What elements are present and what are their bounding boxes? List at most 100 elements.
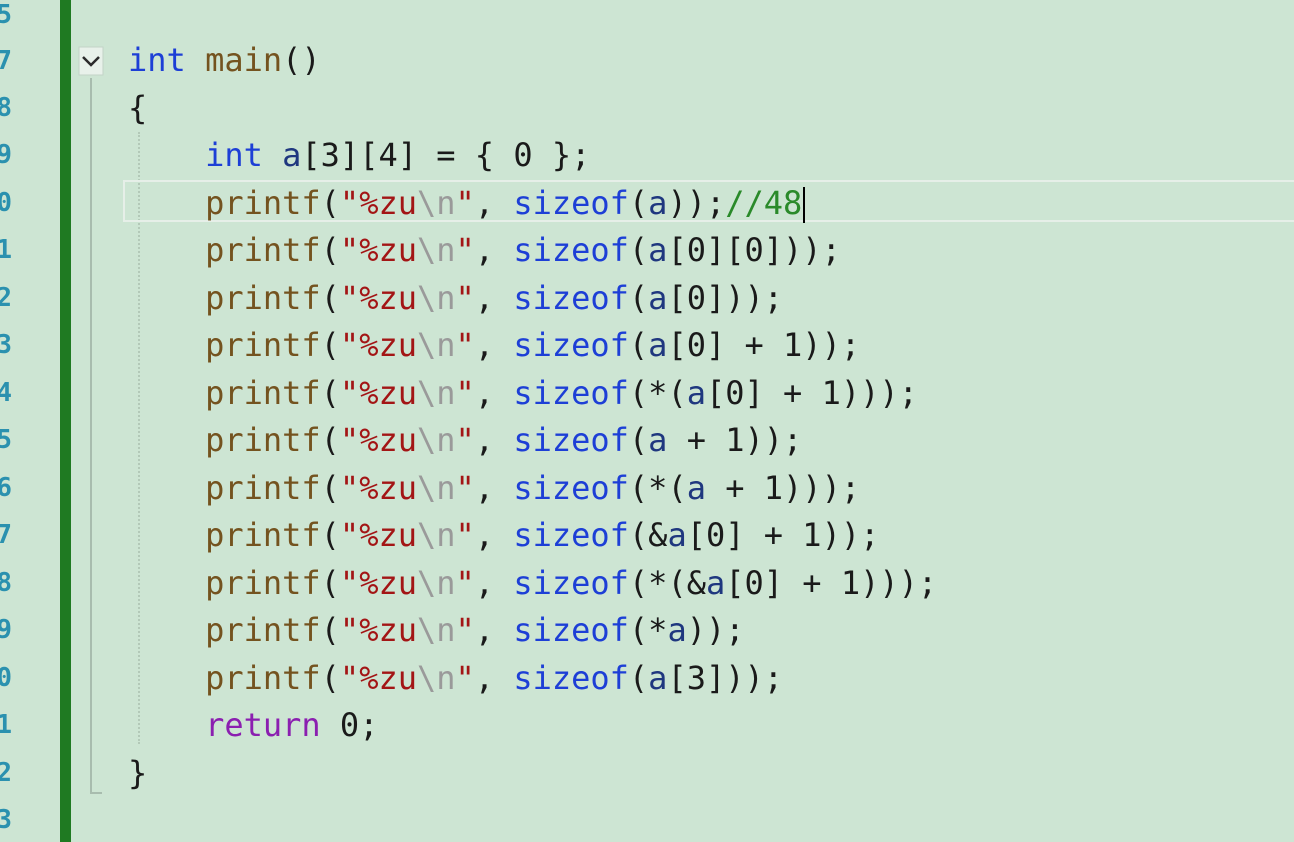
code-token: \n [416, 659, 456, 697]
code-token: a [667, 516, 687, 554]
code-token: "%zu [339, 659, 417, 697]
code-token: printf [205, 231, 321, 269]
fold-region-end [90, 792, 102, 794]
code-token: " [455, 611, 475, 649]
code-token: printf [205, 469, 321, 507]
code-token: ( [320, 374, 340, 412]
code-line[interactable]: printf("%zu\n", sizeof(*(a[0] + 1))); [128, 370, 918, 417]
code-token: sizeof [513, 611, 629, 649]
code-line[interactable]: int a[3][4] = { 0 }; [128, 132, 590, 179]
code-token: int [128, 41, 186, 79]
line-number: 8 [0, 568, 12, 598]
line-number: 3 [0, 805, 12, 835]
code-line[interactable]: printf("%zu\n", sizeof(a[0] + 1)); [128, 322, 860, 369]
code-token: (*( [628, 374, 687, 412]
code-token: " [455, 231, 475, 269]
code-token: \n [416, 374, 456, 412]
code-token: a [648, 184, 668, 222]
code-token: a [648, 326, 668, 364]
code-token: ( [320, 469, 340, 507]
code-line[interactable]: printf("%zu\n", sizeof(a[0][0])); [128, 227, 841, 274]
code-token: , [474, 659, 514, 697]
line-number: 1 [0, 235, 12, 265]
code-token: (*( [628, 469, 687, 507]
chevron-down-icon[interactable] [78, 46, 104, 76]
code-token: a [648, 279, 668, 317]
code-token: , [474, 279, 514, 317]
code-token: "%zu [339, 469, 417, 507]
code-token: "%zu [339, 421, 417, 459]
code-token: printf [205, 516, 321, 554]
line-number: 1 [0, 710, 12, 740]
code-token: sizeof [513, 516, 629, 554]
code-token: printf [205, 184, 321, 222]
code-token: , [474, 231, 514, 269]
code-line[interactable]: printf("%zu\n", sizeof(a));//48 [128, 180, 806, 227]
code-token: main [205, 41, 283, 79]
line-number: 0 [0, 188, 12, 218]
code-line[interactable]: printf("%zu\n", sizeof(*(a + 1))); [128, 465, 860, 512]
code-token: " [455, 564, 475, 602]
code-token: \n [416, 564, 456, 602]
line-number: 8 [0, 93, 12, 123]
code-token: a [686, 469, 706, 507]
code-line[interactable]: int main() [128, 37, 321, 84]
code-token: [0] + 1)); [667, 326, 861, 364]
code-token: a [705, 564, 726, 602]
code-token: a [648, 659, 668, 697]
code-line[interactable]: printf("%zu\n", sizeof(a[0])); [128, 275, 783, 322]
code-token: , [474, 611, 514, 649]
code-token: + 1)); [667, 421, 803, 459]
line-number: 2 [0, 758, 12, 788]
code-token: [0] + 1))); [705, 374, 918, 412]
code-token: ( [320, 279, 340, 317]
code-token: { [128, 89, 148, 127]
code-token: ( [320, 231, 340, 269]
code-token: ( [628, 279, 649, 317]
code-token: \n [416, 279, 456, 317]
line-number: 6 [0, 473, 12, 503]
code-token: //48 [725, 184, 803, 222]
code-line[interactable]: } [128, 750, 147, 797]
code-token: \n [416, 231, 456, 269]
code-line[interactable]: printf("%zu\n", sizeof(&a[0] + 1)); [128, 512, 879, 559]
code-token: [0] + 1))); [725, 564, 938, 602]
code-token: " [455, 374, 475, 412]
code-token: [3][4] = { 0 }; [301, 136, 591, 174]
code-token: a [686, 374, 706, 412]
code-line[interactable]: printf("%zu\n", sizeof(*a)); [128, 607, 744, 654]
code-token: ( [628, 421, 649, 459]
code-token: return [205, 706, 321, 744]
code-token: ( [320, 516, 340, 554]
code-token: printf [205, 564, 321, 602]
code-token: , [474, 516, 514, 554]
code-token: [0])); [667, 279, 784, 317]
code-token: " [455, 326, 475, 364]
code-token: , [474, 421, 514, 459]
code-line[interactable]: printf("%zu\n", sizeof(a[3])); [128, 655, 783, 702]
code-line[interactable]: printf("%zu\n", sizeof(a + 1)); [128, 417, 802, 464]
code-token: , [474, 184, 514, 222]
change-tracking-bar [60, 0, 71, 842]
code-line[interactable]: printf("%zu\n", sizeof(*(&a[0] + 1))); [128, 560, 937, 607]
code-token: "%zu [339, 611, 417, 649]
code-line[interactable]: return 0; [128, 702, 378, 749]
code-token: ( [320, 611, 340, 649]
code-line[interactable]: { [128, 85, 147, 132]
code-token: a [648, 231, 668, 269]
code-token: )); [667, 184, 726, 222]
code-editor[interactable]: 5 7 8 9 0 1 2 3 4 5 6 7 8 9 0 1 2 3 int … [0, 0, 1294, 842]
code-token: "%zu [339, 279, 417, 317]
code-token: a [648, 421, 668, 459]
line-number: 4 [0, 378, 12, 408]
code-token: () [282, 41, 321, 79]
code-token: " [455, 184, 475, 222]
